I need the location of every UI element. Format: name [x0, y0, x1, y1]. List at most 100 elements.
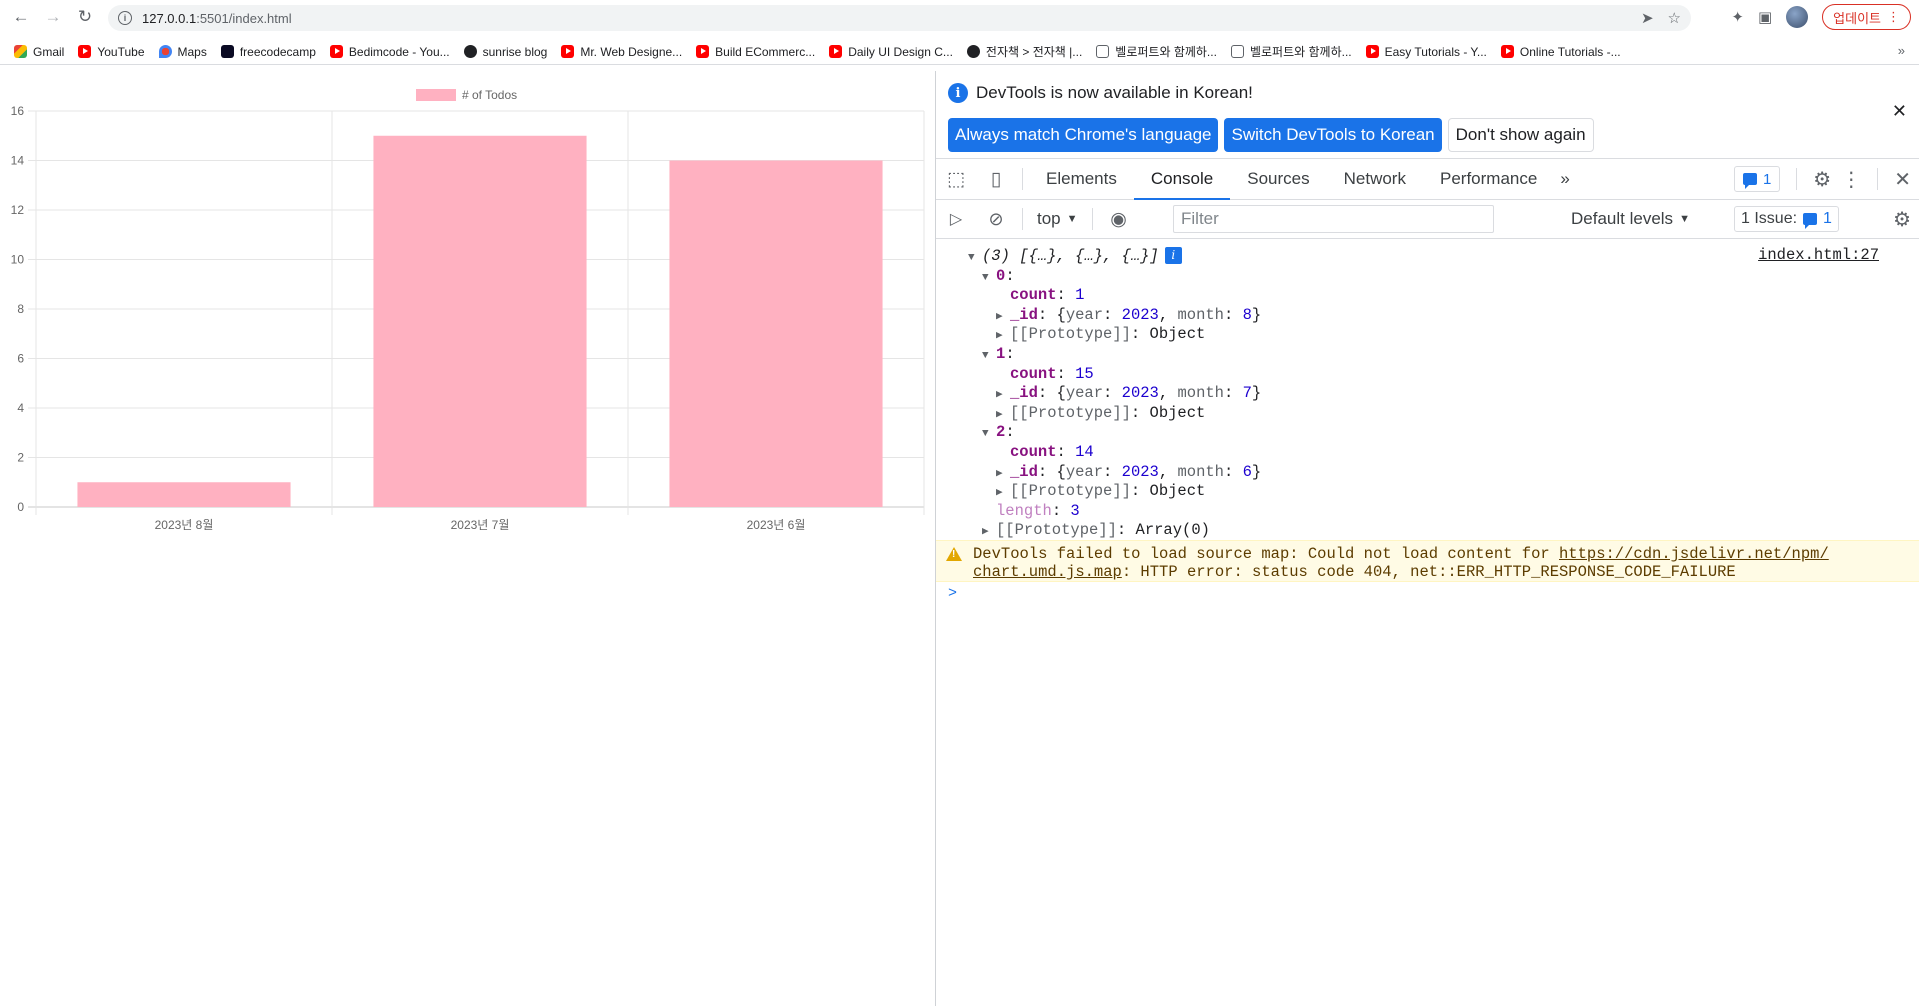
bookmark-item[interactable]: 벨로퍼트와 함께하... — [1230, 43, 1352, 60]
bookmark-label: Bedimcode - You... — [348, 44, 450, 59]
entry-row[interactable]: ▼ 2: — [982, 423, 1015, 443]
close-devtools-icon[interactable]: ✕ — [1894, 167, 1911, 192]
colon: : — [1103, 384, 1122, 403]
count-value: 14 — [1075, 443, 1094, 461]
address-bar[interactable]: i 127.0.0.1:5501/index.html ➤ ☆ — [108, 5, 1691, 31]
year-value: 2023 — [1121, 305, 1159, 324]
site-info-icon[interactable]: i — [118, 11, 132, 25]
bookmark-item[interactable]: 전자책 > 전자책 |... — [966, 43, 1082, 60]
prototype-value: Array(0) — [1135, 521, 1210, 540]
bookmark-label: freecodecamp — [239, 44, 316, 59]
bookmark-label: Easy Tutorials - Y... — [1384, 44, 1487, 59]
bookmark-item[interactable]: Maps — [158, 45, 207, 59]
bookmark-item[interactable]: Online Tutorials -... — [1500, 45, 1621, 59]
bookmark-label: Gmail — [33, 44, 65, 59]
id-row[interactable]: ▶ _id: {year: 2023, month: 7} — [996, 384, 1261, 404]
more-bookmarks-icon[interactable]: » — [1898, 43, 1905, 58]
inspect-element-icon[interactable]: ⬚ — [936, 159, 976, 199]
legend-label: # of Todos — [462, 88, 517, 102]
length-value: 3 — [1070, 501, 1080, 520]
bookmark-item[interactable]: Mr. Web Designe... — [561, 45, 682, 59]
prototype-row[interactable]: ▶ [[Prototype]]: Object — [996, 482, 1205, 502]
prototype-row[interactable]: ▶ [[Prototype]]: Object — [996, 325, 1205, 345]
bookmark-item[interactable]: YouTube — [78, 45, 145, 59]
expand-triangle-icon[interactable]: ▼ — [982, 269, 996, 289]
send-icon[interactable]: ➤ — [1641, 9, 1654, 27]
year-value: 2023 — [1121, 462, 1159, 481]
more-tabs-icon[interactable]: » — [1554, 159, 1575, 199]
y-tick-label: 4 — [17, 401, 24, 415]
bookmark-item[interactable]: freecodecamp — [220, 44, 316, 59]
side-panel-icon[interactable]: ▣ — [1758, 8, 1772, 26]
id-row[interactable]: ▶ _id: {year: 2023, month: 6} — [996, 463, 1261, 483]
console-prompt[interactable]: > — [948, 585, 957, 602]
sidebar-toggle-icon[interactable]: ▷ — [936, 199, 976, 239]
bookmark-item[interactable]: Build ECommerc... — [696, 45, 815, 59]
bookmark-item[interactable]: Daily UI Design C... — [829, 45, 953, 59]
issues-badge[interactable]: 1 — [1733, 166, 1781, 192]
bookmark-star-icon[interactable]: ☆ — [1668, 9, 1681, 27]
property-key: count — [1010, 443, 1057, 461]
issues-counter-button[interactable]: 1 Issue: 1 — [1734, 206, 1839, 232]
device-toolbar-icon[interactable]: ▯ — [976, 159, 1016, 199]
comma: , — [1158, 384, 1178, 403]
colon: : { — [1037, 305, 1066, 324]
page-content: 0 2 4 6 8 10 12 14 16 2023년 8월 2023년 7월 2023년 6월 # o… — [0, 71, 935, 1006]
expand-triangle-icon[interactable]: ▼ — [982, 425, 996, 445]
profile-avatar[interactable] — [1786, 6, 1809, 28]
colon: : — [1051, 501, 1071, 520]
console-filter-input[interactable]: Filter — [1173, 205, 1494, 233]
y-tick-label: 2 — [17, 451, 24, 465]
expand-triangle-icon[interactable]: ▼ — [982, 347, 996, 367]
property-key: count — [1010, 286, 1057, 305]
clear-console-icon[interactable]: ⊘ — [976, 199, 1016, 239]
bookmark-item[interactable]: 벨로퍼트와 함께하... — [1096, 43, 1217, 60]
language-infobar: i DevTools is now available in Korean! A… — [936, 71, 1919, 159]
prototype-row[interactable]: ▶ [[Prototype]]: Object — [996, 404, 1205, 424]
switch-to-korean-button[interactable]: Switch DevTools to Korean — [1224, 118, 1442, 152]
bookmark-item[interactable]: sunrise blog — [463, 45, 547, 59]
bookmark-item[interactable]: Gmail — [14, 45, 64, 59]
back-icon[interactable]: ← — [6, 2, 36, 32]
live-expression-eye-icon[interactable]: ◉ — [1099, 199, 1139, 239]
tab-performance[interactable]: Performance — [1423, 159, 1554, 199]
console-settings-icon[interactable]: ⚙ — [1893, 207, 1911, 232]
tab-sources[interactable]: Sources — [1230, 159, 1326, 199]
settings-gear-icon[interactable]: ⚙ — [1813, 167, 1831, 192]
property-key: _id — [1010, 305, 1038, 324]
warning-link[interactable]: https://cdn.jsdelivr.net/npm/ — [1559, 545, 1829, 563]
entry-row[interactable]: ▼ 1: — [982, 345, 1015, 365]
expand-triangle-icon[interactable]: ▼ — [968, 249, 982, 269]
array-summary-row[interactable]: ▼ (3) [{…}, {…}, {…}] i — [968, 247, 1182, 267]
tab-console[interactable]: Console — [1133, 159, 1231, 200]
log-levels-dropdown[interactable]: Default levels ▼ — [1571, 209, 1690, 229]
warning-link[interactable]: chart.umd.js.map — [973, 563, 1122, 581]
bookmark-item[interactable]: Easy Tutorials - Y... — [1365, 44, 1487, 59]
dont-show-again-button[interactable]: Don't show again — [1447, 118, 1594, 152]
tab-network[interactable]: Network — [1327, 159, 1423, 199]
colon: : — [1116, 521, 1136, 540]
close-infobar-icon[interactable]: ✕ — [1892, 101, 1907, 122]
array-prototype-row[interactable]: ▶ [[Prototype]]: Array(0) — [982, 521, 1210, 541]
info-icon: i — [1164, 247, 1182, 265]
extensions-icon[interactable]: ✦ — [1731, 8, 1744, 26]
context-selector[interactable]: top ▼ — [1029, 209, 1086, 229]
property-key: month — [1177, 462, 1224, 481]
more-options-icon[interactable]: ⋮ — [1841, 167, 1861, 192]
update-button[interactable]: 업데이트 ⋮ — [1822, 4, 1911, 30]
entry-row[interactable]: ▼ 0: — [982, 267, 1015, 287]
bookmark-item[interactable]: Bedimcode - You... — [329, 44, 450, 59]
property-key: [[Prototype]] — [1010, 325, 1131, 344]
colon: : — [1005, 345, 1015, 363]
property-key: year — [1065, 305, 1104, 324]
id-row[interactable]: ▶ _id: {year: 2023, month: 8} — [996, 306, 1261, 326]
devtools-panel: i DevTools is now available in Korean! A… — [936, 71, 1919, 1006]
property-key: month — [1177, 305, 1224, 324]
y-tick-label: 16 — [11, 104, 25, 118]
always-match-language-button[interactable]: Always match Chrome's language — [948, 118, 1219, 152]
forward-icon[interactable]: → — [38, 2, 68, 32]
reload-icon[interactable]: ↻ — [70, 2, 100, 32]
message-icon — [1742, 173, 1757, 189]
source-link[interactable]: index.html:27 — [1758, 246, 1879, 264]
tab-elements[interactable]: Elements — [1029, 159, 1134, 199]
